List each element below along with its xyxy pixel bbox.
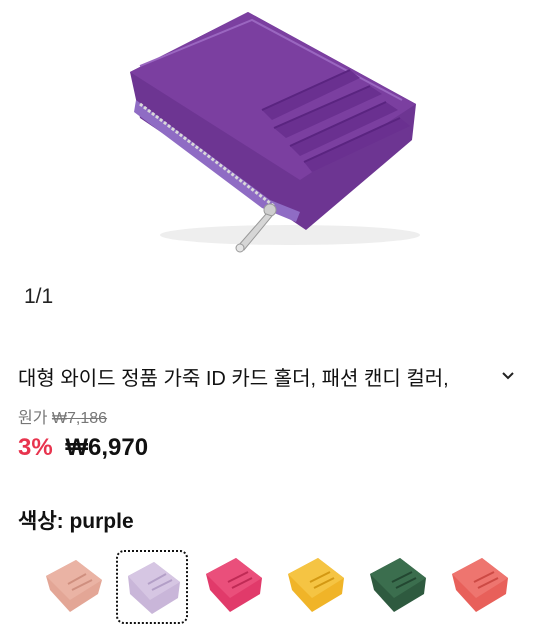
swatch-dark-green[interactable] — [366, 550, 430, 614]
swatch-coral[interactable] — [448, 550, 512, 614]
color-swatches — [0, 548, 536, 624]
original-price-label: 원가 — [18, 410, 48, 427]
price-row: 3% ₩6,970 — [18, 434, 148, 462]
original-price-value: ₩7,186 — [51, 410, 108, 427]
swatch-pink[interactable] — [40, 550, 104, 614]
wallet-pink-icon — [46, 560, 102, 612]
wallet-coral-icon — [452, 558, 508, 612]
discount-badge: 3% — [18, 434, 53, 461]
image-counter: 1/1 — [24, 285, 54, 308]
product-image[interactable] — [0, 0, 536, 270]
card-holder-image — [130, 12, 420, 253]
wallet-lavender-icon — [128, 562, 180, 614]
sale-price: ₩6,970 — [65, 434, 149, 461]
selected-color-label: 색상: purple — [18, 510, 134, 533]
wallet-magenta-icon — [206, 558, 262, 612]
original-price: 원가 ₩7,186 — [18, 404, 107, 428]
wallet-yellow-icon — [288, 558, 344, 612]
chevron-down-icon[interactable] — [500, 368, 516, 384]
product-title-row[interactable]: 대형 와이드 정품 가죽 ID 카드 홀더, 패션 캔디 컬러, — [18, 360, 528, 392]
wallet-green-icon — [370, 558, 426, 612]
swatch-lavender-selected[interactable] — [116, 550, 188, 624]
swatch-magenta[interactable] — [202, 550, 266, 614]
product-title: 대형 와이드 정품 가죽 ID 카드 홀더, 패션 캔디 컬러, — [18, 368, 449, 390]
swatch-yellow[interactable] — [284, 550, 348, 614]
